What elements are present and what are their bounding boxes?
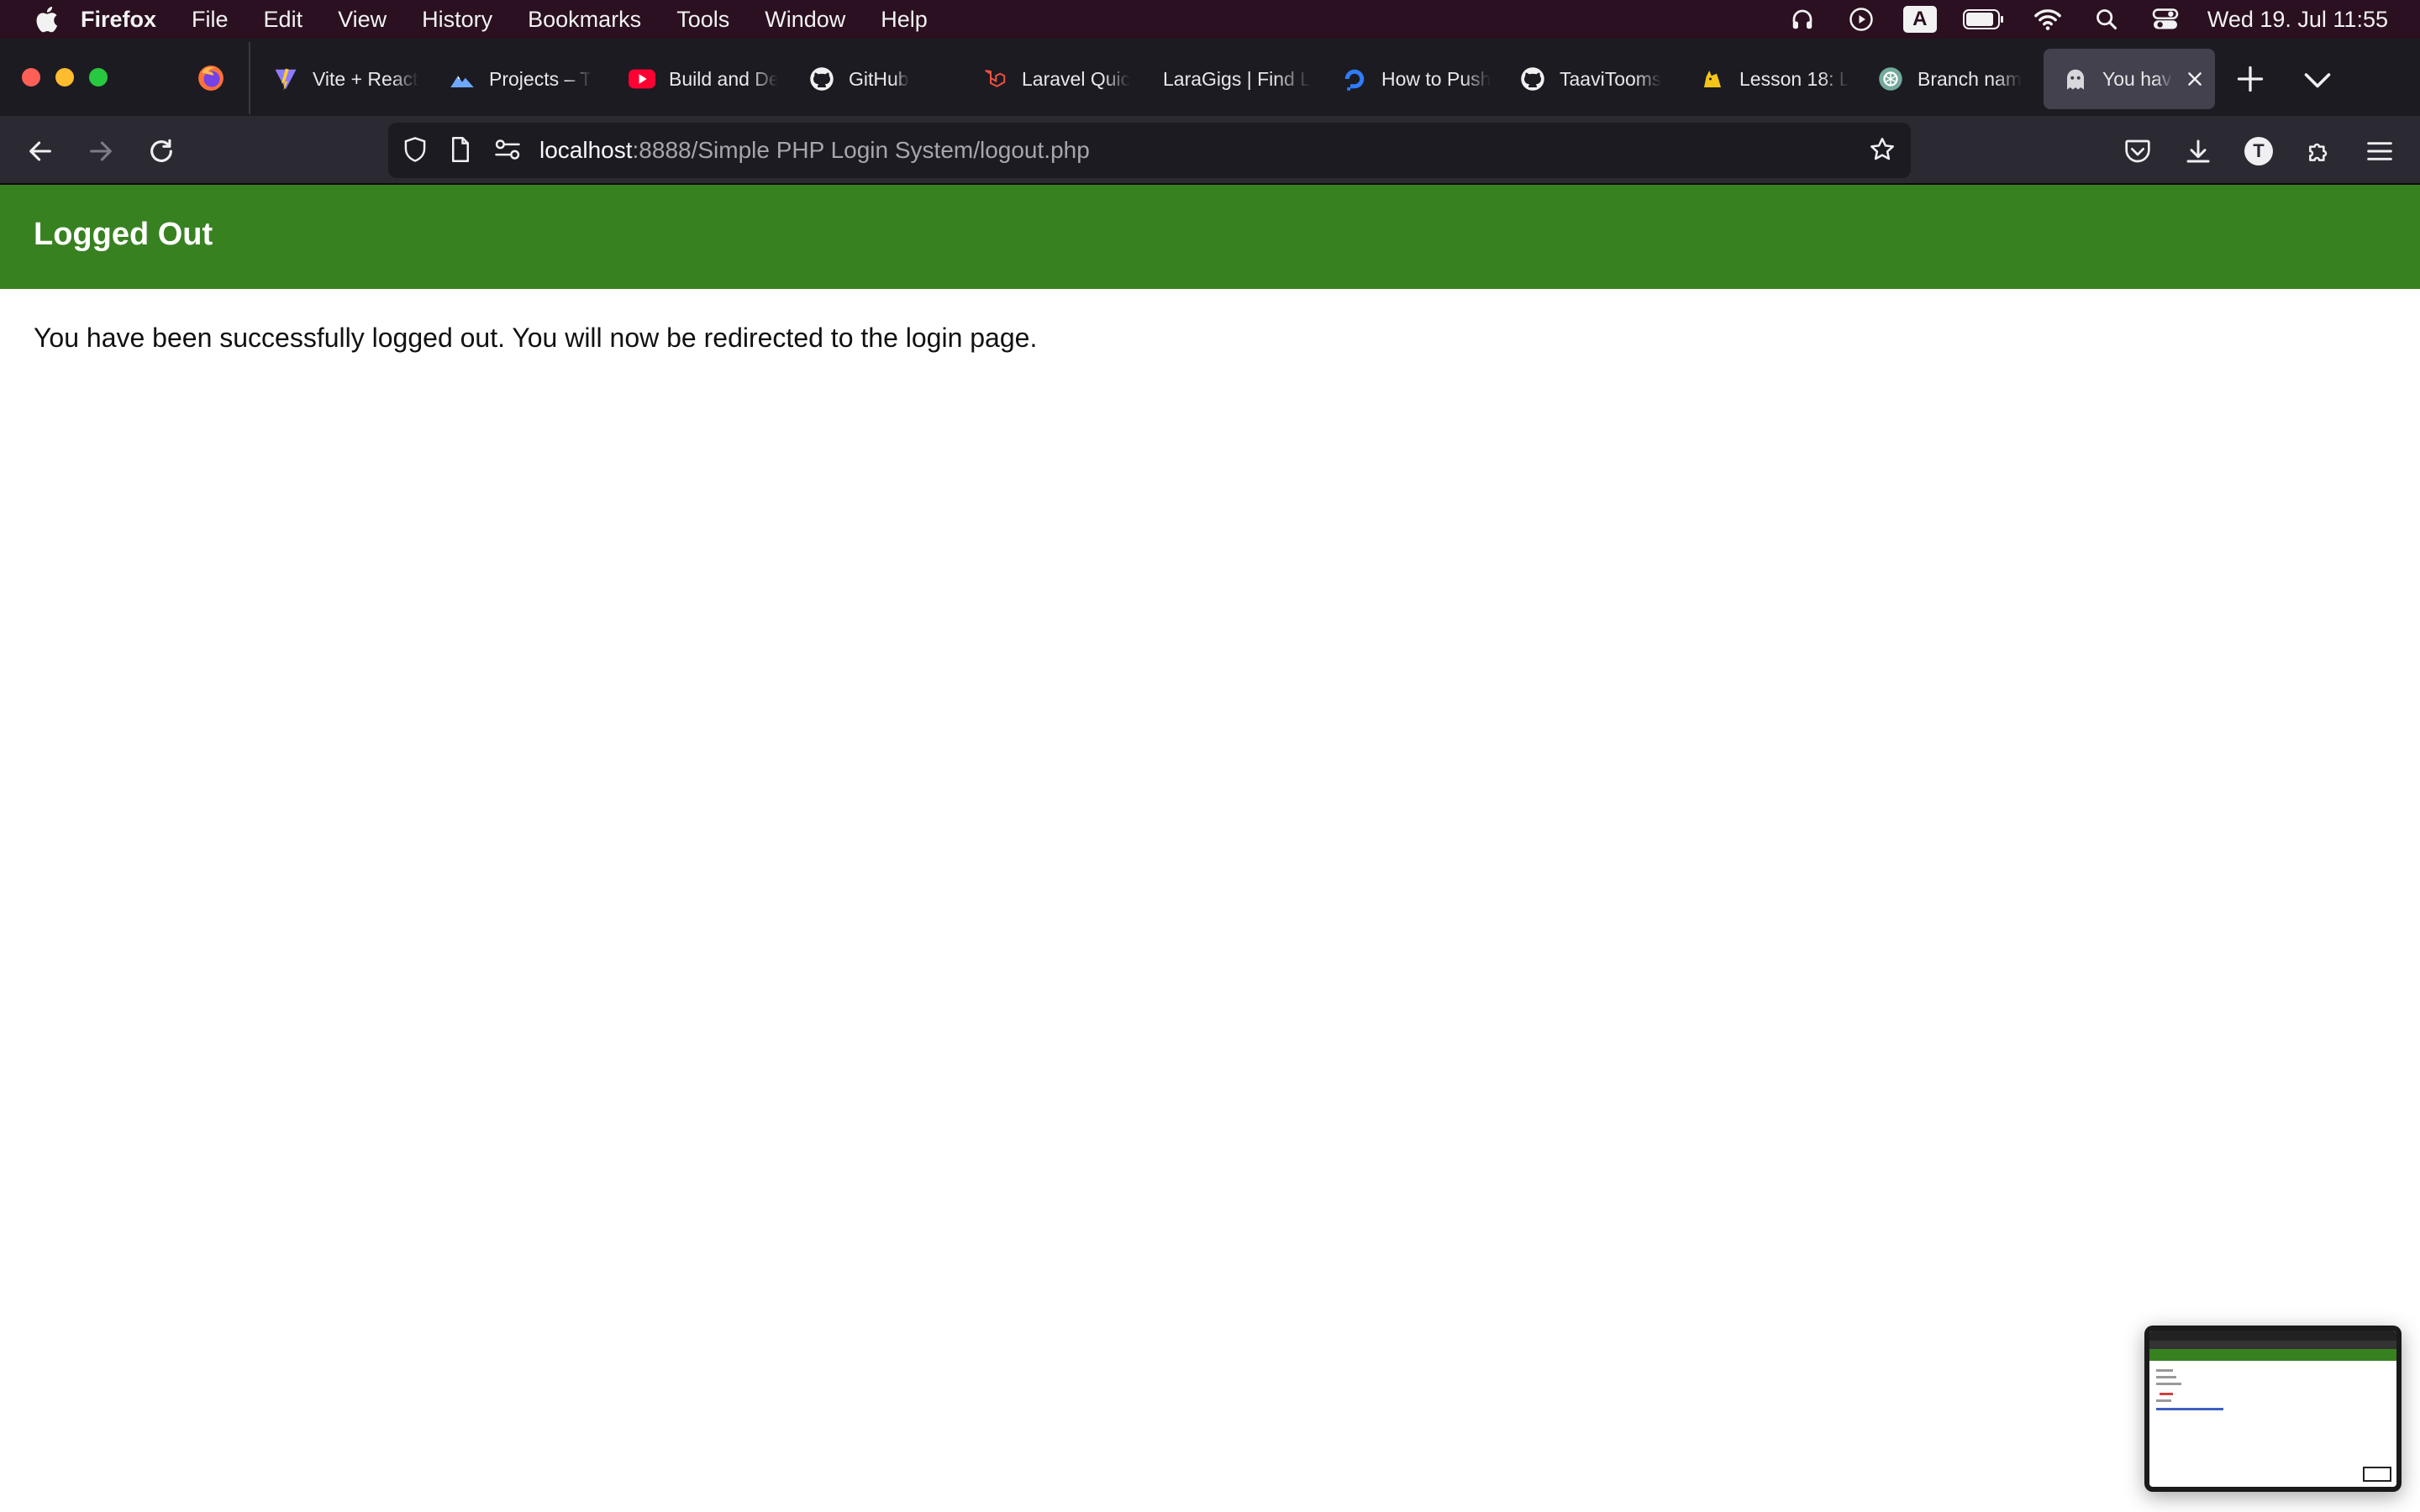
hamburger-menu-icon[interactable] — [2363, 134, 2396, 168]
window-minimize-button[interactable] — [55, 68, 74, 87]
new-tab-plus-icon[interactable] — [2235, 64, 2265, 94]
thumbnail-line — [2156, 1399, 2171, 1402]
account-avatar-icon[interactable]: T — [2242, 134, 2275, 168]
thumbnail-window-box — [2363, 1467, 2391, 1482]
account-initial: T — [2244, 137, 2273, 165]
tab-logged-out-active[interactable]: You have — [2044, 49, 2215, 109]
tab-label: Laravel Quic — [1022, 67, 1131, 90]
menubar-clock[interactable]: Wed 19. Jul 11:55 — [2207, 7, 2388, 33]
close-tab-icon[interactable] — [2183, 67, 2207, 91]
ghost-icon — [2062, 66, 2089, 92]
menu-file[interactable]: File — [192, 7, 229, 33]
wifi-icon[interactable] — [2031, 3, 2065, 36]
tab-how-to-push[interactable]: How to Push — [1323, 49, 1491, 109]
thumbnail-menubar — [2149, 1331, 2396, 1341]
tab-label: Build and De — [669, 67, 778, 90]
spotlight-search-icon[interactable] — [2090, 3, 2123, 36]
tab-label: Lesson 18: L — [1739, 67, 1849, 90]
thumbnail-link-line — [2156, 1408, 2223, 1410]
pocket-icon[interactable] — [2121, 134, 2154, 168]
reload-icon[interactable] — [145, 134, 178, 168]
input-source-icon[interactable]: A — [1902, 3, 1937, 36]
menu-bookmarks[interactable]: Bookmarks — [528, 7, 641, 33]
tab-lesson-18[interactable]: Lesson 18: L — [1681, 49, 1849, 109]
tab-taavitooms[interactable]: TaaviTooms — [1501, 49, 1669, 109]
thumbnail-line — [2156, 1383, 2181, 1385]
menu-window[interactable]: Window — [765, 7, 845, 33]
tab-label: Vite + React — [313, 67, 418, 90]
page-info-document-icon[interactable] — [445, 134, 476, 165]
os-menubar: Firefox File Edit View History Bookmarks… — [0, 0, 2420, 39]
url-path: :8888/Simple PHP Login System/logout.php — [632, 137, 1090, 163]
firefox-view-icon[interactable] — [197, 64, 225, 92]
forward-arrow-icon — [84, 134, 118, 168]
battery-icon[interactable] — [1962, 3, 2006, 36]
tab-projects[interactable]: Projects – T — [430, 49, 595, 109]
back-arrow-icon[interactable] — [24, 134, 57, 168]
tab-github[interactable]: GitHub — [790, 49, 958, 109]
thumbnail-line — [2156, 1376, 2176, 1378]
list-all-tabs-chevron-down-icon[interactable] — [2302, 67, 2333, 92]
tab-branch-name[interactable]: Branch nam — [1859, 49, 2027, 109]
url-host: localhost — [539, 137, 633, 163]
tab-laravel-quickstart[interactable]: Laravel Quic — [963, 49, 1131, 109]
thumbnail-line — [2156, 1369, 2173, 1372]
tab-build-and-deploy[interactable]: Build and De — [610, 49, 778, 109]
thumbnail-error-line — [2160, 1393, 2173, 1395]
headphones-icon[interactable] — [1786, 3, 1819, 36]
window-zoom-button[interactable] — [89, 68, 108, 87]
github-icon — [808, 66, 835, 92]
downloads-icon[interactable] — [2181, 134, 2215, 168]
thumbnail-header — [2149, 1349, 2396, 1361]
menu-edit[interactable]: Edit — [264, 7, 303, 33]
tab-label: TaaviTooms — [1560, 67, 1662, 90]
control-center-icon[interactable] — [2149, 3, 2182, 36]
tab-strip-divider — [249, 42, 250, 114]
chatgpt-icon — [1877, 66, 1904, 92]
menu-view[interactable]: View — [338, 7, 387, 33]
mountain-icon — [449, 66, 476, 92]
permissions-icon[interactable] — [492, 134, 523, 165]
tab-label: You have — [2102, 67, 2173, 90]
window-close-button[interactable] — [22, 68, 40, 87]
digitalocean-icon — [1341, 66, 1368, 92]
vite-icon — [272, 66, 299, 92]
apple-icon[interactable] — [34, 5, 59, 34]
screenshot-preview-thumbnail[interactable] — [2144, 1326, 2402, 1492]
tab-vite-react[interactable]: Vite + React — [254, 49, 430, 109]
tab-label: How to Push — [1381, 67, 1491, 90]
thumbnail-image — [2149, 1331, 2396, 1487]
laravel-icon — [981, 66, 1008, 92]
bookmark-star-icon[interactable] — [1867, 134, 1897, 165]
play-circle-icon[interactable] — [1844, 3, 1878, 36]
extensions-puzzle-icon[interactable] — [2302, 134, 2336, 168]
tab-label: GitHub — [849, 67, 909, 90]
tab-label: Projects – T — [489, 67, 592, 90]
menu-help[interactable]: Help — [881, 7, 928, 33]
tab-label: LaraGigs | Find L — [1163, 67, 1312, 90]
menu-app-name[interactable]: Firefox — [81, 7, 156, 33]
url-text[interactable]: localhost:8888/Simple PHP Login System/l… — [539, 133, 1090, 168]
page-header-banner: Logged Out — [0, 185, 2420, 289]
cat-icon — [1699, 66, 1726, 92]
tracking-protection-shield-icon[interactable] — [400, 134, 430, 165]
menu-tools[interactable]: Tools — [676, 7, 729, 33]
page-title: Logged Out — [34, 217, 213, 252]
youtube-icon — [629, 66, 655, 92]
github-icon — [1519, 66, 1546, 92]
tab-laragigs[interactable]: LaraGigs | Find L — [1144, 49, 1313, 109]
input-source-letter: A — [1902, 6, 1937, 33]
thumbnail-toolbar — [2149, 1341, 2396, 1349]
tab-label: Branch nam — [1918, 67, 2023, 90]
page-viewport: Logged Out You have been successfully lo… — [0, 185, 2420, 1512]
menu-history[interactable]: History — [422, 7, 492, 33]
logout-message: You have been successfully logged out. Y… — [34, 323, 1038, 353]
